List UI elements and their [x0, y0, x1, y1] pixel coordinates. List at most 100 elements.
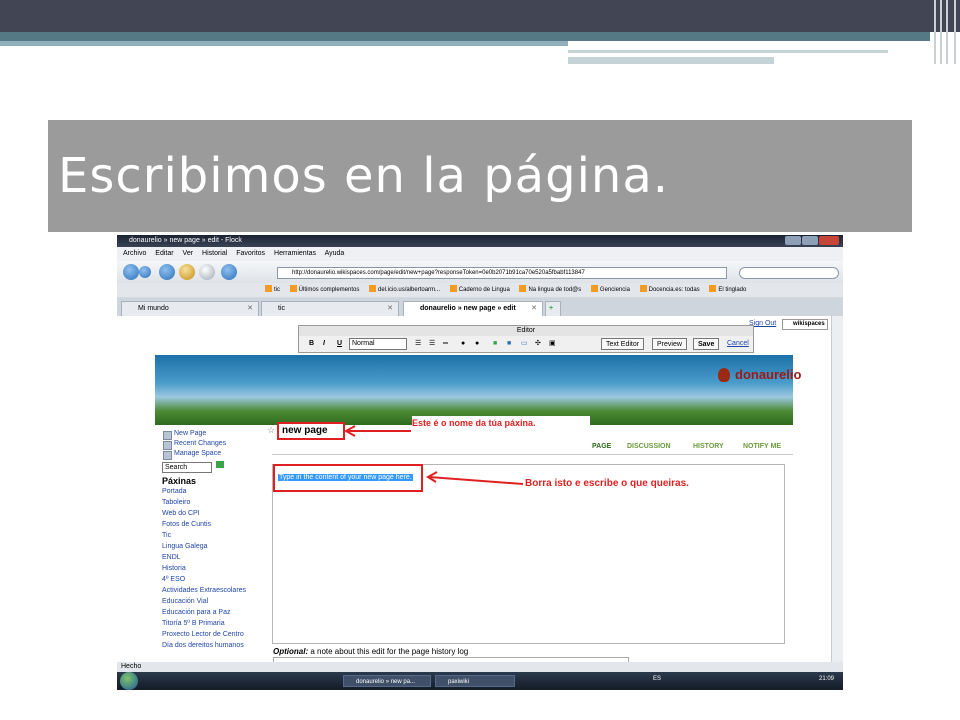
annotation-arrowhead [343, 425, 356, 437]
slide-stripe [0, 41, 568, 46]
nav-link-taboleiro[interactable]: Taboleiro [162, 497, 262, 508]
tab-discussion[interactable]: DISCUSSION [627, 443, 671, 450]
bookmark-item[interactable]: Na lingua de tod@s [519, 287, 581, 293]
nav-link-educacion-paz[interactable]: Educación para a Paz [162, 607, 262, 618]
page-content: Sign Out wikispaces donaurelio Editor B … [117, 316, 843, 663]
underline-button[interactable]: U [337, 338, 342, 350]
menu-archivo[interactable]: Archivo [123, 250, 146, 257]
italic-button[interactable]: I [323, 338, 325, 350]
menu-historial[interactable]: Historial [202, 250, 227, 257]
external-link-icon[interactable]: ● [475, 338, 479, 350]
menu-ver[interactable]: Ver [183, 250, 194, 257]
reload-icon[interactable] [159, 264, 175, 280]
nav-link-fotos-cuntis[interactable]: Fotos de Cuntis [162, 519, 262, 530]
forward-icon[interactable] [139, 266, 151, 278]
slide-corner-lines [930, 0, 960, 64]
status-bar: Hecho [117, 662, 843, 672]
nav-link-tic[interactable]: Tic [162, 530, 262, 541]
widget-icon[interactable]: ▭ [521, 338, 528, 350]
close-window-button[interactable] [819, 236, 839, 245]
nav-link-web-cpi[interactable]: Web do CPI [162, 508, 262, 519]
nav-link-4-eso[interactable]: 4º ESO [162, 574, 262, 585]
star-icon[interactable] [221, 264, 237, 280]
menu-favoritos[interactable]: Favoritos [236, 250, 265, 257]
nav-link-proxecto-lector[interactable]: Proxecto Lector de Centro [162, 629, 262, 640]
editor-toolbar: Editor B I U Normal ☰ ☰ ═ ● ● ■ ■ ▭ ✣ ▣ … [298, 325, 754, 353]
nav-link-portada[interactable]: Portada [162, 486, 262, 497]
tab-history[interactable]: HISTORY [693, 443, 724, 450]
bookmark-item[interactable]: Últimos complementos [290, 287, 360, 293]
bookmark-item[interactable]: El tinglado [709, 287, 746, 293]
bullet-list-icon[interactable]: ☰ [429, 338, 435, 350]
page-name-field[interactable]: new page [277, 422, 345, 440]
bookmark-item[interactable]: Caderno de Lingua [450, 287, 510, 293]
nav-link-titoria[interactable]: Titoría 5º B Primaria [162, 618, 262, 629]
window-title: donaurelio » new page » edit - Flock [129, 237, 242, 244]
menu-ayuda[interactable]: Ayuda [325, 250, 345, 257]
tab-donaurelio-edit[interactable]: donaurelio » new page » edit ✕ [403, 301, 543, 316]
recent-changes-link[interactable]: Recent Changes [162, 439, 262, 450]
nav-heading: Páxinas [162, 476, 197, 486]
close-tab-icon[interactable]: ✕ [531, 302, 537, 316]
bookmark-item[interactable]: del.icio.us/albertoarm... [369, 287, 440, 293]
search-go-icon[interactable] [216, 461, 224, 468]
note-description: a note about this edit for the page hist… [308, 647, 469, 656]
nav-link-actividades[interactable]: Actividades Extraescolares [162, 585, 262, 596]
horizontal-rule-icon[interactable]: ═ [443, 338, 448, 350]
code-icon[interactable]: ▣ [549, 338, 556, 350]
nav-link-dereitos-humanos[interactable]: Día dos dereitos humanos [162, 640, 262, 651]
site-name[interactable]: donaurelio [735, 367, 801, 382]
text-editor-button[interactable]: Text Editor [601, 338, 645, 350]
bookmark-item[interactable]: tic [265, 287, 280, 293]
tab-bar: Mi mundo ✕ tic ✕ donaurelio » new page » e… [117, 298, 843, 316]
home-icon[interactable] [179, 264, 195, 280]
wikispaces-badge[interactable]: wikispaces [782, 319, 828, 330]
nav-link-educacion-vial[interactable]: Educación Vial [162, 596, 262, 607]
taskbar-item-paxiwiki[interactable]: paxiwiki [435, 675, 515, 687]
table-icon[interactable]: ✣ [535, 338, 541, 350]
manage-space-link[interactable]: Manage Space [162, 449, 262, 460]
scrollbar[interactable] [831, 316, 843, 662]
file-icon[interactable]: ■ [507, 338, 511, 350]
taskbar-item-browser[interactable]: donaurelio » new pa... [343, 675, 431, 687]
menu-bar: Archivo Editar Ver Historial Favoritos H… [117, 247, 843, 261]
note-optional: Optional: [273, 647, 309, 656]
at-icon[interactable] [199, 264, 215, 280]
search-input[interactable] [739, 267, 839, 279]
save-button[interactable]: Save [693, 338, 720, 350]
clock[interactable]: 21:09 [819, 676, 834, 682]
start-button[interactable] [120, 672, 138, 690]
cancel-link[interactable]: Cancel [727, 338, 749, 350]
nav-link-historia[interactable]: Historia [162, 563, 262, 574]
menu-editar[interactable]: Editar [155, 250, 173, 257]
back-icon[interactable] [123, 264, 139, 280]
new-tab-icon[interactable]: + [545, 301, 561, 316]
url-input[interactable]: http://donaurelio.wikispaces.com/page/ed… [277, 267, 727, 279]
close-tab-icon[interactable]: ✕ [387, 302, 393, 316]
menu-herramientas[interactable]: Herramientas [274, 250, 316, 257]
minimize-button[interactable] [785, 236, 801, 245]
bold-button[interactable]: B [309, 338, 314, 350]
preview-button[interactable]: Preview [652, 338, 687, 350]
placeholder-text[interactable]: Type in the content of your new page her… [278, 474, 413, 481]
tab-mi-mundo[interactable]: Mi mundo ✕ [121, 301, 259, 316]
status-text: Hecho [121, 663, 142, 670]
maximize-button[interactable] [802, 236, 818, 245]
tab-notify-me[interactable]: NOTIFY ME [743, 443, 781, 450]
close-tab-icon[interactable]: ✕ [247, 302, 253, 316]
format-select[interactable]: Normal [349, 338, 407, 350]
language-indicator[interactable]: ES [653, 676, 661, 682]
bookmark-item[interactable]: Docencia.es: todas [640, 287, 700, 293]
wiki-search-input[interactable]: Search [162, 462, 212, 473]
new-page-link[interactable]: New Page [162, 429, 262, 440]
tab-tic[interactable]: tic ✕ [261, 301, 399, 316]
nav-link-lingua-galega[interactable]: Lingua Galega [162, 541, 262, 552]
numbered-list-icon[interactable]: ☰ [415, 338, 421, 350]
nav-link-endl[interactable]: ENDL [162, 552, 262, 563]
window-controls [784, 236, 839, 246]
image-icon[interactable]: ■ [493, 338, 497, 350]
link-icon[interactable]: ● [461, 338, 465, 350]
tab-page[interactable]: PAGE [592, 443, 611, 450]
favorite-star-icon[interactable]: ☆ [267, 425, 275, 436]
bookmark-item[interactable]: Genciencia [591, 287, 630, 293]
